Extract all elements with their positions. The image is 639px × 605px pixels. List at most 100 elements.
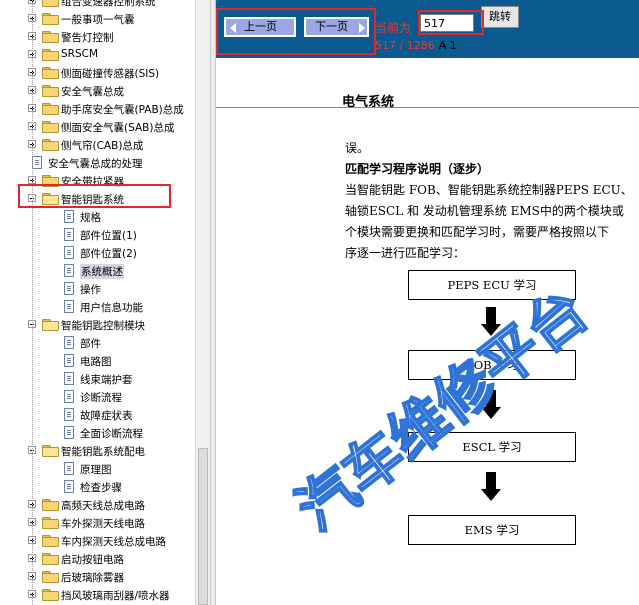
tree-item[interactable]: 智能钥匙系统 — [0, 190, 195, 208]
tree-item-label[interactable]: 车内探测天线总成电路 — [61, 534, 166, 549]
tree-item-label[interactable]: 用户信息功能 — [80, 300, 143, 315]
folder-open-icon — [42, 319, 59, 331]
tree-item[interactable]: 部件位置(1) — [0, 226, 195, 244]
tree-item[interactable]: 全面诊断流程 — [0, 424, 195, 442]
tree-item-label[interactable]: 部件位置(1) — [80, 228, 137, 243]
tree-item[interactable]: 安全气囊总成 — [0, 82, 195, 100]
tree-item[interactable]: 警告灯控制 — [0, 28, 195, 46]
tree-item[interactable]: 车外探测天线电路 — [0, 514, 195, 532]
tree-item-label[interactable]: 后玻璃除雾器 — [61, 570, 124, 585]
page-number-input[interactable] — [420, 14, 474, 32]
tree-guide-line — [32, 0, 33, 605]
tree-item-label[interactable]: 安全带拉紧器 — [61, 174, 124, 189]
flow-step-ems: EMS 学习 — [408, 515, 576, 545]
tree-item-label[interactable]: 全面诊断流程 — [80, 426, 143, 441]
tree-item[interactable]: 部件位置(2) — [0, 244, 195, 262]
tree-item[interactable]: 安全带拉紧器 — [0, 172, 195, 190]
tree-item-label[interactable]: 挡风玻璃雨刮器/喷水器 — [61, 588, 170, 603]
procedure-heading: 匹配学习程序说明（逐步） — [345, 162, 490, 176]
tree-item-label[interactable]: 组合变速器控制系统 — [61, 0, 156, 9]
tree-item[interactable]: 线束端护套 — [0, 370, 195, 388]
tree-item-label[interactable]: 智能钥匙控制模块 — [61, 318, 145, 333]
tree-item-label[interactable]: 高频天线总成电路 — [61, 498, 145, 513]
tree-item[interactable]: 后玻璃除雾器 — [0, 568, 195, 586]
tree-item-label[interactable]: 启动按钮电路 — [61, 552, 124, 567]
page-total: 1286 — [406, 39, 435, 52]
tree-item[interactable]: 规格 — [0, 208, 195, 226]
tree-item-label[interactable]: 电路图 — [80, 354, 112, 369]
tree-item[interactable]: 故障症状表 — [0, 406, 195, 424]
tree-item[interactable]: 侧面碰撞传感器(SIS) — [0, 64, 195, 82]
folder-icon — [42, 589, 59, 601]
document-viewer: 上一页 下一页 当前为 跳转 517 / 1286A 1 电气系统 误。 匹配学… — [216, 0, 639, 605]
tree-item-label[interactable]: 故障症状表 — [80, 408, 133, 423]
tree-item-label[interactable]: 侧面碰撞传感器(SIS) — [61, 66, 159, 81]
folder-icon — [42, 13, 59, 25]
header-divider — [216, 107, 639, 108]
document-icon — [64, 264, 74, 277]
tree-scrollbar-thumb[interactable] — [198, 448, 208, 605]
tree-item-label[interactable]: 规格 — [80, 210, 101, 225]
tree-item[interactable]: 部件 — [0, 334, 195, 352]
tree-item[interactable]: 智能钥匙系统配电 — [0, 442, 195, 460]
document-icon — [64, 228, 74, 241]
tree-item-label[interactable]: 诊断流程 — [80, 390, 122, 405]
tree-item[interactable]: 组合变速器控制系统 — [0, 0, 195, 10]
tree-item[interactable]: SRSCM — [0, 46, 195, 64]
tree-item-label[interactable]: 一般事项一气囊 — [61, 12, 135, 27]
arrow-left-icon — [230, 23, 236, 33]
tree-item-label[interactable]: 系统概述 — [80, 264, 124, 279]
tree-item[interactable]: 高频天线总成电路 — [0, 496, 195, 514]
tree-item-label[interactable]: 部件 — [80, 336, 101, 351]
tree-item[interactable]: 一般事项一气囊 — [0, 10, 195, 28]
tree-item[interactable]: 侧气帘(CAB)总成 — [0, 136, 195, 154]
tree-item[interactable]: 车内探测天线总成电路 — [0, 532, 195, 550]
tree-item-label[interactable]: 部件位置(2) — [80, 246, 137, 261]
tree-item[interactable]: 安全气囊总成的处理 — [0, 154, 195, 172]
page-current: 517 — [375, 39, 396, 52]
folder-icon — [42, 49, 59, 61]
tree-item-label[interactable]: 车外探测天线电路 — [61, 516, 145, 531]
tree-item-label[interactable]: 线束端护套 — [80, 372, 133, 387]
tree-item-label[interactable]: 安全气囊总成 — [61, 84, 124, 99]
current-page-label: 当前为 — [375, 21, 412, 35]
tree-item-label[interactable]: 助手席安全气囊(PAB)总成 — [61, 102, 184, 117]
folder-icon — [42, 103, 59, 115]
tree-item[interactable]: 检查步骤 — [0, 478, 195, 496]
folder-icon — [42, 31, 59, 43]
body-line: 个模块需要更换和匹配学习时，需要严格按照以下 — [345, 225, 610, 239]
prev-page-button[interactable]: 上一页 — [224, 17, 296, 37]
jump-button[interactable]: 跳转 — [481, 6, 519, 28]
tree-item[interactable]: 系统概述 — [0, 262, 195, 280]
tree-scrollbar[interactable] — [195, 0, 210, 605]
next-page-label: 下一页 — [315, 20, 348, 33]
tree-item-label[interactable]: SRSCM — [61, 48, 98, 60]
tree-item[interactable]: 助手席安全气囊(PAB)总成 — [0, 100, 195, 118]
tree-item-label[interactable]: 警告灯控制 — [61, 30, 114, 45]
folder-open-icon — [42, 445, 59, 457]
page-indicator: 517 / 1286 A 1 — [375, 39, 457, 52]
tree-item[interactable]: 诊断流程 — [0, 388, 195, 406]
prev-page-label: 上一页 — [244, 20, 277, 33]
tree-item-label[interactable]: 智能钥匙系统 — [61, 192, 124, 207]
body-line: 当智能钥匙 FOB、智能钥匙系统控制器PEPS ECU、 — [345, 183, 633, 197]
tree-item-label[interactable]: 智能钥匙系统配电 — [61, 444, 145, 459]
tree-item[interactable]: 电路图 — [0, 352, 195, 370]
document-icon — [64, 390, 74, 403]
tree-item[interactable]: 启动按钮电路 — [0, 550, 195, 568]
tree-item[interactable]: 智能钥匙控制模块 — [0, 316, 195, 334]
tree-item-label[interactable]: 检查步骤 — [80, 480, 122, 495]
tree-item-label[interactable]: 原理图 — [80, 462, 112, 477]
tree-item[interactable]: 操作 — [0, 280, 195, 298]
tree-item-label[interactable]: 安全气囊总成的处理 — [48, 156, 143, 171]
folder-icon — [42, 121, 59, 133]
folder-icon — [42, 517, 59, 529]
tree-item[interactable]: 原理图 — [0, 460, 195, 478]
next-page-button[interactable]: 下一页 — [304, 17, 369, 37]
tree-item[interactable]: 用户信息功能 — [0, 298, 195, 316]
tree-item-label[interactable]: 侧气帘(CAB)总成 — [61, 138, 143, 153]
tree-item-label[interactable]: 操作 — [80, 282, 101, 297]
tree-item[interactable]: 侧面安全气囊(SAB)总成 — [0, 118, 195, 136]
tree-item-label[interactable]: 侧面安全气囊(SAB)总成 — [61, 120, 174, 135]
tree-item[interactable]: 挡风玻璃雨刮器/喷水器 — [0, 586, 195, 604]
